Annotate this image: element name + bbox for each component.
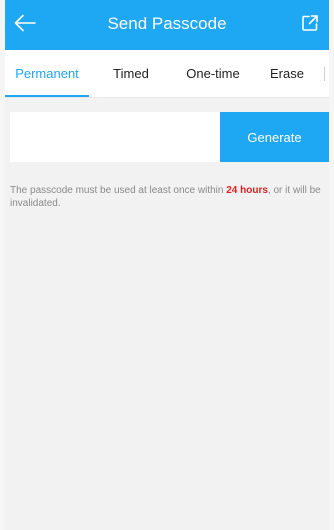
passcode-row: Generate [10,112,329,162]
tab-divider [324,67,325,81]
tab-bar: Permanent Timed One-time Erase [5,50,329,98]
active-tab-indicator [5,95,89,97]
page-title: Send Passcode [107,14,227,33]
generate-button[interactable]: Generate [220,112,329,162]
tab-erase[interactable]: Erase [255,50,319,98]
tab-timed[interactable]: Timed [91,50,171,98]
app-screen: Send Passcode Permanent Timed One-time E… [5,0,329,530]
tab-permanent[interactable]: Permanent [5,50,89,98]
top-app-bar: Send Passcode [5,0,329,50]
passcode-input[interactable] [10,112,220,162]
validity-hint: The passcode must be used at least once … [10,184,328,210]
external-share-icon [301,14,319,37]
tab-one-time[interactable]: One-time [171,50,255,98]
share-button[interactable] [294,9,326,41]
hint-text-before: The passcode must be used at least once … [10,185,227,196]
hint-highlight: 24 hours [226,185,268,196]
